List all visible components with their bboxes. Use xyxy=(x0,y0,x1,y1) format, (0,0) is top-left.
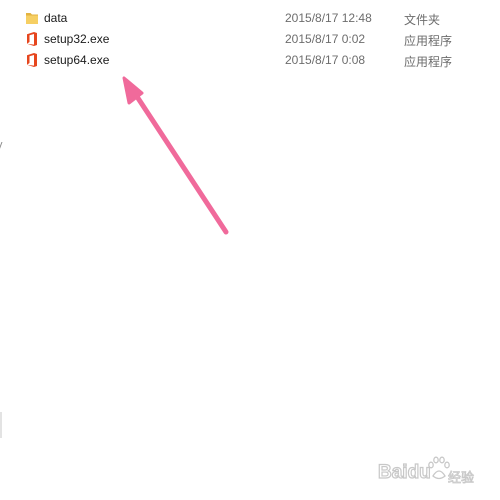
file-row-data[interactable]: data 2015/8/17 12:48 文件夹 xyxy=(0,8,500,28)
file-name: data xyxy=(44,11,68,25)
left-edge-glyph xyxy=(0,142,6,150)
arrow-shaft xyxy=(129,86,229,235)
watermark-brand: Baidu xyxy=(378,462,431,483)
file-modified-date: 2015/8/17 0:02 xyxy=(285,32,366,46)
arrow-head xyxy=(122,76,144,105)
file-type: 应用程序 xyxy=(404,55,453,69)
annotation-arrow xyxy=(122,76,229,235)
file-modified-date: 2015/8/17 12:48 xyxy=(285,11,372,25)
file-name: setup64.exe xyxy=(44,53,110,67)
folder-icon xyxy=(26,13,38,24)
watermark-suffix: 经验 xyxy=(448,470,474,486)
file-type: 应用程序 xyxy=(404,34,453,48)
baidu-paw-logo: Baidu 经验 xyxy=(377,456,474,486)
file-row-setup64[interactable]: setup64.exe 2015/8/17 0:08 应用程序 xyxy=(0,50,500,70)
file-modified-date: 2015/8/17 0:08 xyxy=(285,53,366,67)
file-row-setup32[interactable]: setup32.exe 2015/8/17 0:02 应用程序 xyxy=(0,29,500,49)
left-pane-scroll-edge xyxy=(0,412,2,438)
baidu-watermark: Baidu 经验 xyxy=(376,452,486,492)
file-explorer-content: data 2015/8/17 12:48 文件夹 setup32.exe 201… xyxy=(0,0,500,500)
office-setup-icon xyxy=(27,53,37,67)
office-setup-icon xyxy=(27,32,37,46)
file-name: setup32.exe xyxy=(44,32,110,46)
file-type: 文件夹 xyxy=(404,13,441,27)
